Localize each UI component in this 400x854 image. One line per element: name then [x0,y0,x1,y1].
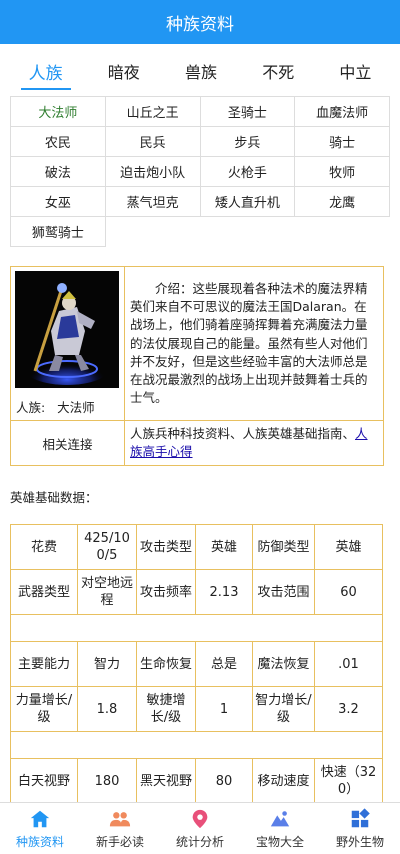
table-cell: 2.13 [195,569,253,615]
table-cell [10,731,383,759]
unit-item[interactable]: 蒸气坦克 [105,187,201,217]
table-cell: 总是 [195,641,253,687]
table-row: 花费 425/100/5 攻击类型 英雄 防御类型 英雄 [10,524,383,570]
table-cell: 3.2 [314,686,383,732]
table-row: 武器类型 对空地远程 攻击频率 2.13 攻击范围 60 [10,569,383,615]
unit-item-archmage[interactable]: 大法师 [11,97,106,127]
unit-name: 大法师 [57,399,95,415]
unit-item[interactable]: 步兵 [200,127,296,157]
nav-label: 统计分析 [175,835,224,849]
unit-item[interactable]: 农民 [11,127,106,157]
table-cell: 攻击类型 [136,524,196,570]
hero-stats-table: 花费 425/100/5 攻击类型 英雄 防御类型 英雄 武器类型 对空地远程 … [10,524,383,804]
unit-description: 介绍：这些展现着各种法术的魔法界精英们来自不可思议的魔法王国Dalaran。在战… [130,281,368,406]
nav-label: 新手必读 [95,835,144,849]
location-pin-icon [192,809,208,829]
tab-night-elf[interactable]: 暗夜 [102,49,146,91]
race-tabs: 人族 暗夜 兽族 不死 中立 [0,44,400,96]
unit-item[interactable]: 破法 [11,157,106,187]
table-cell: 花费 [10,524,78,570]
table-cell: 防御类型 [252,524,315,570]
table-cell [10,614,383,642]
grid-icon [351,808,370,828]
table-cell: 425/100/5 [77,524,137,570]
table-cell: 60 [314,569,383,615]
table-cell: 武器类型 [10,569,78,615]
nav-item-race-info[interactable]: 种族资料 [0,803,80,854]
table-cell: 敏捷增长/级 [136,686,196,732]
race-label: 人族: 大法师 [11,392,124,420]
archmage-portrait-image [15,271,119,388]
unit-item[interactable]: 圣骑士 [200,97,296,127]
unit-intro-panel: 人族: 大法师 介绍：这些展现着各种法术的魔法界精英们来自不可思议的魔法王国Da… [10,266,384,466]
table-cell: 力量增长/级 [10,686,78,732]
related-links: 人族兵种科技资料、人族英雄基础指南、人族高手心得 [125,421,383,465]
table-cell: 攻击频率 [136,569,196,615]
nav-label: 种族资料 [15,835,64,849]
unit-item[interactable]: 血魔法师 [295,97,390,127]
table-cell: 移动速度 [252,758,315,804]
table-cell: 主要能力 [10,641,78,687]
nav-item-beginner-guide[interactable]: 新手必读 [80,803,160,854]
page-header: 种族资料 [0,0,400,44]
portrait-cell: 人族: 大法师 [11,267,125,420]
table-cell: 快速（320） [314,758,383,804]
nav-item-statistics[interactable]: 统计分析 [160,803,240,854]
table-cell: 对空地远程 [77,569,137,615]
table-spacer-row [10,731,383,759]
unit-item[interactable]: 民兵 [105,127,201,157]
table-cell: 180 [77,758,137,804]
table-cell: 黑天视野 [136,758,196,804]
related-links-text: 人族兵种科技资料、人族英雄基础指南、 [130,426,356,441]
unit-item[interactable]: 骑士 [295,127,390,157]
table-row: 白天视野 180 黑天视野 80 移动速度 快速（320） [10,758,383,804]
table-row: 主要能力 智力 生命恢复 总是 魔法恢复 .01 [10,641,383,687]
tab-neutral[interactable]: 中立 [333,49,377,91]
mountain-icon [270,811,290,827]
nav-item-wild-creatures[interactable]: 野外生物 [320,803,400,854]
unit-item[interactable]: 火枪手 [200,157,296,187]
table-cell: 智力 [77,641,137,687]
stats-section-title: 英雄基础数据： [10,490,98,505]
unit-item[interactable]: 龙鹰 [295,187,390,217]
table-cell: 生命恢复 [136,641,196,687]
table-cell: 魔法恢复 [252,641,315,687]
table-cell: 白天视野 [10,758,78,804]
tab-orc[interactable]: 兽族 [179,49,223,91]
unit-item[interactable]: 狮鹫骑士 [11,217,106,247]
unit-grid: 大法师 山丘之王 圣骑士 血魔法师 农民 民兵 步兵 骑士 破法 迫击炮小队 火… [10,96,390,247]
table-cell: 英雄 [195,524,253,570]
unit-item[interactable]: 迫击炮小队 [105,157,201,187]
related-links-label: 相关连接 [11,421,125,465]
table-cell: 1 [195,686,253,732]
home-icon [30,810,50,828]
table-cell: 英雄 [314,524,383,570]
unit-item[interactable]: 牧师 [295,157,390,187]
race-label-text: 人族: [16,399,46,415]
users-icon [109,812,131,827]
nav-label: 野外生物 [335,835,384,849]
nav-label: 宝物大全 [255,835,304,849]
unit-portrait [15,271,119,388]
nav-item-treasures[interactable]: 宝物大全 [240,803,320,854]
tab-human[interactable]: 人族 [20,49,71,92]
unit-item[interactable]: 矮人直升机 [200,187,296,217]
table-cell: .01 [314,641,383,687]
bottom-nav: 种族资料 新手必读 统计分析 宝物大全 野外生物 [0,802,400,854]
table-row: 力量增长/级 1.8 敏捷增长/级 1 智力增长/级 3.2 [10,686,383,732]
table-spacer-row [10,614,383,642]
table-cell: 攻击范围 [252,569,315,615]
unit-item[interactable]: 女巫 [11,187,106,217]
table-cell: 80 [195,758,253,804]
unit-item[interactable]: 山丘之王 [105,97,201,127]
tab-undead[interactable]: 不死 [256,49,300,91]
table-cell: 智力增长/级 [252,686,315,732]
page-title: 种族资料 [166,14,234,35]
table-cell: 1.8 [77,686,137,732]
